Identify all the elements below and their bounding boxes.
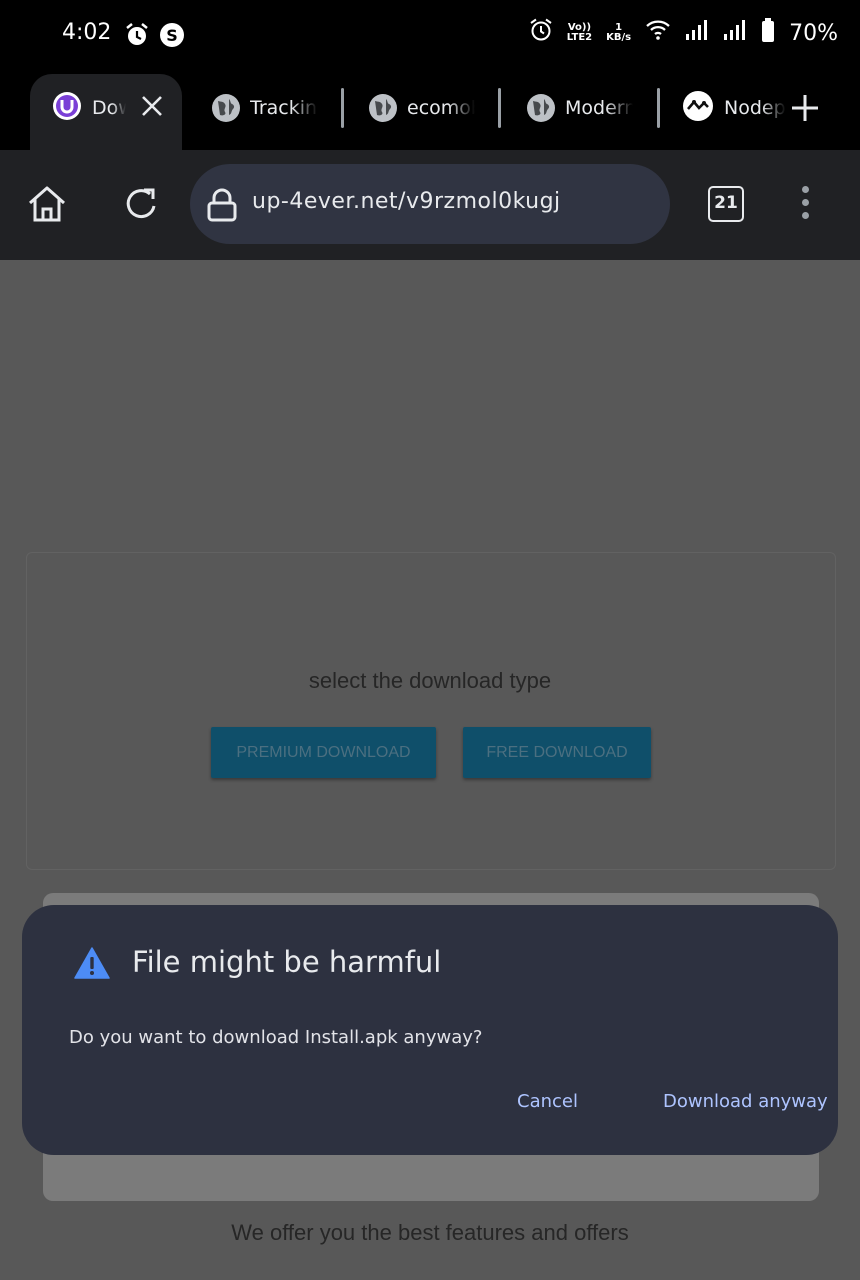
close-tab-icon[interactable] [140,94,164,122]
tab-strip: Dow Tracking ecomobi Modern Nodepa [0,70,860,150]
tab-divider [341,88,344,128]
select-type-text: select the download type [308,668,552,693]
download-warning-dialog: File might be harmful Do you want to dow… [22,905,838,1155]
tab-divider [657,88,660,128]
globe-icon [212,94,240,122]
tab-title: ecomobi [407,97,475,119]
tab-uptodown[interactable]: Dow [52,88,126,128]
globe-icon [527,94,555,122]
download-card [26,552,836,870]
tab-switcher-button[interactable]: 21 [708,186,744,222]
globe-icon [369,94,397,122]
lte-label: LTE2 [566,32,593,43]
offer-text: We offer you the best features and offer… [231,1220,629,1245]
tab-title: Dow [92,97,126,119]
alarm-icon [124,22,150,48]
tab-modern[interactable]: Modern [527,88,633,128]
dialog-title: File might be harmful [132,945,442,979]
net-speed-unit: KB/s [606,32,632,43]
signal-icon [723,19,747,47]
tab-title: Tracking [250,97,318,119]
status-bar: 4:02 S Vo)) LTE2 1 KB/s 70% [0,0,860,70]
svg-text:S: S [166,26,178,45]
tab-tracking[interactable]: Tracking [212,88,318,128]
status-time: 4:02 [62,20,112,45]
signal-icon [685,19,709,47]
free-download-button[interactable]: FREE DOWNLOAD [463,727,651,778]
tab-title: Nodepa [724,97,786,119]
network-speed: 1 KB/s [606,23,631,43]
cancel-button[interactable]: Cancel [517,1091,578,1112]
wifi-icon [645,19,671,47]
home-icon[interactable] [25,182,69,226]
new-tab-icon[interactable] [791,94,819,126]
nodepay-icon [682,90,714,127]
app-s-icon: S [159,22,185,48]
status-icons: Vo)) LTE2 1 KB/s 70% [529,18,838,48]
url-text[interactable]: up-4ever.net/v9rzmol0kugj [252,189,561,214]
battery-icon [761,18,775,48]
address-bar[interactable]: up-4ever.net/v9rzmol0kugj [190,164,670,244]
lock-icon[interactable] [206,188,238,226]
premium-download-button[interactable]: PREMIUM DOWNLOAD [211,727,436,778]
alarm-icon [529,18,553,48]
volte-indicator: Vo)) LTE2 [567,23,592,43]
dialog-message: Do you want to download Install.apk anyw… [69,1027,483,1048]
warning-icon [74,947,110,983]
tab-divider [498,88,501,128]
tab-ecomobi[interactable]: ecomobi [369,88,475,128]
tab-title: Modern [565,97,633,119]
uptodown-icon [52,91,82,126]
tab-nodepay[interactable]: Nodepa [682,88,786,128]
reload-icon[interactable] [120,182,164,226]
browser-toolbar: up-4ever.net/v9rzmol0kugj 21 [0,150,860,260]
more-menu-icon[interactable] [800,186,810,222]
battery-level: 70% [789,20,838,46]
download-anyway-button[interactable]: Download anyway [663,1091,828,1112]
